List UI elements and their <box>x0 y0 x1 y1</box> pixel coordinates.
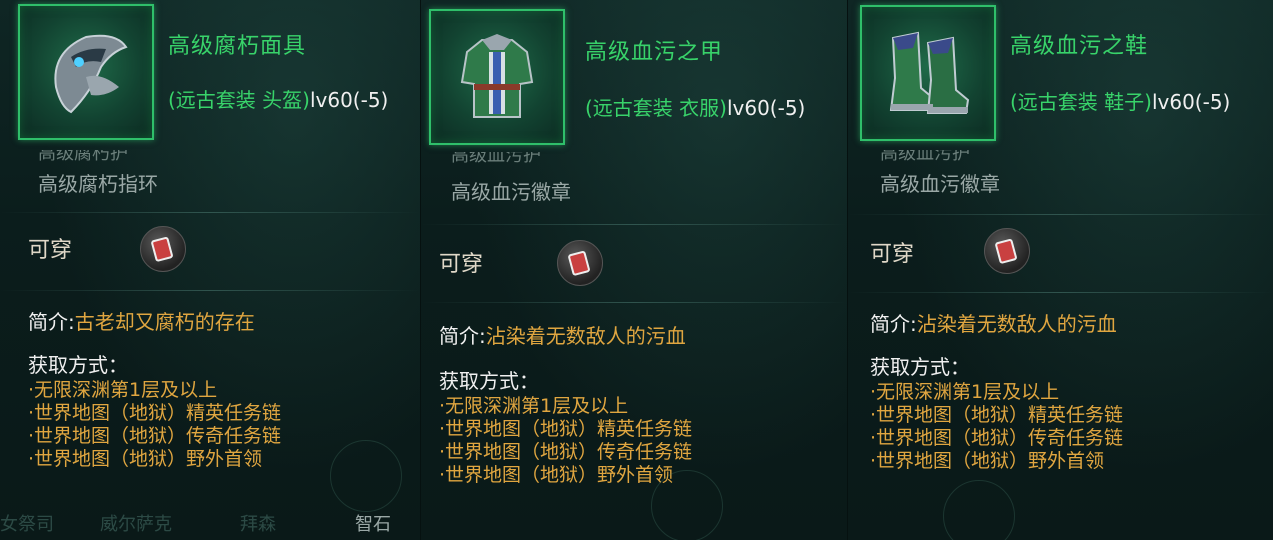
acquisition-item: ·世界地图（地狱）野外首领 <box>870 450 1105 472</box>
desc-label: 简介: <box>439 324 486 348</box>
acquisition-item: ·世界地图（地狱）传奇任务链 <box>870 427 1124 449</box>
acquisition-item: ·无限深渊第1层及以上 <box>28 379 218 401</box>
armor-icon[interactable] <box>429 9 565 145</box>
acquisition-item: ·世界地图（地狱）精英任务链 <box>28 402 282 424</box>
boots-icon[interactable] <box>860 5 996 141</box>
emblem-icon <box>943 480 1015 540</box>
set-label: (远古套装 鞋子) <box>1010 90 1152 114</box>
acquisition-title: 获取方式： <box>870 355 970 379</box>
acquisition-title: 获取方式： <box>439 369 539 393</box>
item-set-level: (远古套装 衣服)lv60(-5) <box>585 92 805 121</box>
set-label: (远古套装 衣服) <box>585 96 727 120</box>
faded-set-label: 高级血污护 <box>880 150 970 162</box>
wear-status-icon <box>984 228 1030 274</box>
item-tooltip-boots: 高级血污之鞋 (远古套装 鞋子)lv60(-5) 高级血污护 高级血污徽章 可穿… <box>848 0 1273 540</box>
divider <box>421 224 847 225</box>
bottom-tab[interactable]: 拜森 <box>240 510 276 536</box>
acquisition-item: ·世界地图（地狱）野外首领 <box>439 464 674 486</box>
level-label: lv60(-5) <box>1151 90 1231 114</box>
set-piece-label: 高级血污徽章 <box>880 172 1000 196</box>
desc-value: 沾染着无数敌人的污血 <box>485 324 686 348</box>
divider <box>0 290 420 291</box>
divider <box>421 302 847 303</box>
acquisition-item: ·世界地图（地狱）传奇任务链 <box>439 441 693 463</box>
bottom-tab[interactable]: 女祭司 <box>0 510 54 536</box>
divider <box>0 212 420 213</box>
divider <box>848 292 1273 293</box>
acquisition-list: 获取方式： ·无限深渊第1层及以上 ·世界地图（地狱）精英任务链 ·世界地图（地… <box>439 370 692 487</box>
helmet-icon[interactable] <box>18 4 154 140</box>
acquisition-item: ·世界地图（地狱）传奇任务链 <box>28 425 282 447</box>
acquisition-list: 获取方式： ·无限深渊第1层及以上 ·世界地图（地狱）精英任务链 ·世界地图（地… <box>28 354 281 471</box>
wear-status-icon <box>557 240 603 286</box>
item-name: 高级腐朽面具 <box>168 34 307 59</box>
wearable-status: 可穿 <box>28 238 73 263</box>
desc-value: 沾染着无数敌人的污血 <box>916 312 1117 336</box>
emblem-icon <box>651 470 723 540</box>
faded-set-label: 高级血污护 <box>451 152 541 164</box>
item-description: 简介:沾染着无数敌人的污血 <box>439 320 686 349</box>
set-piece-label: 高级腐朽指环 <box>38 172 158 196</box>
desc-label: 简介: <box>28 310 75 334</box>
faded-set-label: 高级腐朽护 <box>38 150 128 162</box>
divider <box>848 214 1273 215</box>
level-label: lv60(-5) <box>726 96 806 120</box>
bottom-tab[interactable]: 智石 <box>355 510 391 536</box>
wear-status-icon <box>140 226 186 272</box>
item-description: 简介:沾染着无数敌人的污血 <box>870 308 1117 337</box>
desc-value: 古老却又腐朽的存在 <box>74 310 255 334</box>
acquisition-item: ·世界地图（地狱）野外首领 <box>28 448 263 470</box>
item-name: 高级血污之鞋 <box>1010 34 1149 59</box>
level-label: lv60(-5) <box>309 88 389 112</box>
acquisition-item: ·无限深渊第1层及以上 <box>439 395 629 417</box>
set-piece-label: 高级血污徽章 <box>451 180 571 204</box>
item-set-level: (远古套装 头盔)lv60(-5) <box>168 84 388 113</box>
acquisition-item: ·世界地图（地狱）精英任务链 <box>870 404 1124 426</box>
item-name: 高级血污之甲 <box>585 40 724 65</box>
item-tooltip-helmet: 高级腐朽面具 (远古套装 头盔)lv60(-5) 高级腐朽护 高级腐朽指环 可穿… <box>0 0 421 540</box>
acquisition-item: ·世界地图（地狱）精英任务链 <box>439 418 693 440</box>
set-label: (远古套装 头盔) <box>168 88 310 112</box>
acquisition-title: 获取方式： <box>28 353 128 377</box>
wearable-status: 可穿 <box>870 242 915 267</box>
item-tooltip-armor: 高级血污之甲 (远古套装 衣服)lv60(-5) 高级血污护 高级血污徽章 可穿… <box>421 0 848 540</box>
wearable-status: 可穿 <box>439 252 484 277</box>
bottom-tab[interactable]: 威尔萨克 <box>100 510 172 536</box>
item-description: 简介:古老却又腐朽的存在 <box>28 306 255 335</box>
desc-label: 简介: <box>870 312 917 336</box>
bottom-bar: 女祭司 威尔萨克 拜森 智石 <box>0 500 420 540</box>
acquisition-item: ·无限深渊第1层及以上 <box>870 381 1060 403</box>
item-set-level: (远古套装 鞋子)lv60(-5) <box>1010 86 1230 115</box>
acquisition-list: 获取方式： ·无限深渊第1层及以上 ·世界地图（地狱）精英任务链 ·世界地图（地… <box>870 356 1123 473</box>
